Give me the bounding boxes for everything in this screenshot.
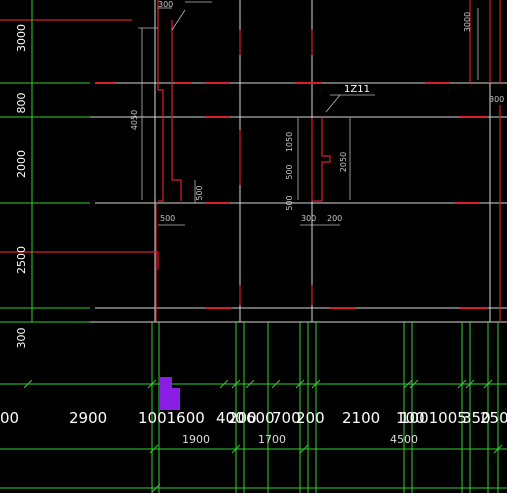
plan-label-500-low: 500	[160, 214, 175, 223]
plan-label-500-mid: 500	[195, 185, 204, 200]
plan-label-300-top: 300	[158, 0, 173, 9]
subtotal-1700: 1700	[258, 433, 286, 446]
left-dim-300: 300	[15, 328, 28, 349]
plan-label-500-rb: 500	[285, 195, 294, 210]
bottom-dimension-labels: 00 2900 1001600 400 200 600 700 200 2100…	[0, 409, 507, 427]
bottom-dim-250: 250	[480, 409, 507, 427]
plan-label-500-r: 500	[285, 164, 294, 179]
bottom-dim-2900: 2900	[69, 409, 107, 427]
subtotal-1900: 1900	[182, 433, 210, 446]
left-dim-2500: 2500	[15, 246, 28, 274]
plan-label-200-r: 200	[327, 214, 342, 223]
cad-drawing-canvas[interactable]: 3000 800 2000 2500 300 00 2900 1001600 4…	[0, 0, 507, 493]
left-dim-2000: 2000	[15, 150, 28, 178]
plan-label-3000: 3000	[463, 12, 472, 32]
plan-label-300-far: 300	[489, 95, 504, 104]
bottom-dim-1001600: 1001600	[138, 409, 205, 427]
left-dim-3000: 3000	[15, 24, 28, 52]
subtotal-4500: 4500	[390, 433, 418, 446]
bottom-dim-2100: 2100	[342, 409, 380, 427]
callout-label: 1Z11	[344, 84, 370, 95]
plan-label-4050: 4050	[130, 110, 139, 130]
plan-label-2050: 2050	[339, 152, 348, 172]
marker-part-b	[160, 388, 180, 410]
bottom-dim-600: 600	[246, 409, 275, 427]
bottom-dim-200b: 200	[296, 409, 325, 427]
left-dim-800: 800	[15, 93, 28, 114]
plan-label-1050: 1050	[285, 132, 294, 152]
bottom-dim-1001005: 1001005	[400, 409, 467, 427]
plan-label-300-r: 300	[301, 214, 316, 223]
bottom-dim-00: 00	[0, 409, 19, 427]
